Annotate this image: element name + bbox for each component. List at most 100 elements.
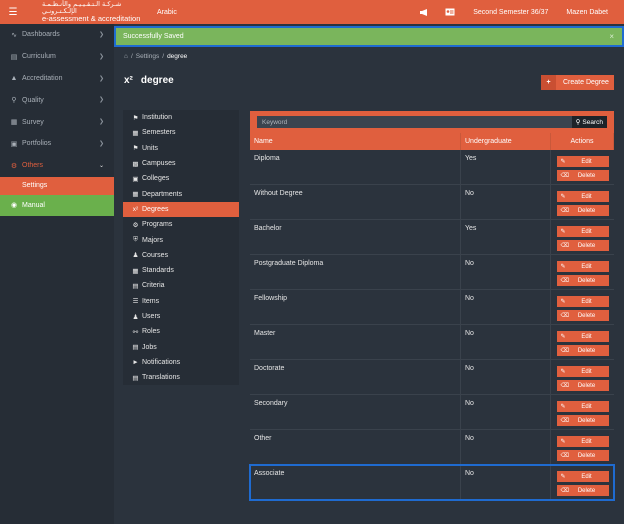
search-button[interactable]: ⚲ Search xyxy=(571,116,607,128)
sidebar-item-others[interactable]: ⚙ Others ⌄ xyxy=(0,155,114,177)
breadcrumb: ⌂ / Settings / degree xyxy=(124,53,187,60)
menu-item-programs[interactable]: ⚙ Programs xyxy=(123,217,239,232)
menu-item-label: Translations xyxy=(142,374,180,382)
trash-icon: ⌫ xyxy=(560,383,569,389)
cogs-icon: ⚙ xyxy=(10,162,18,170)
delete-button[interactable]: ⌫ Delete xyxy=(556,240,609,251)
cell-actions: ✎ Edit ⌫ Delete xyxy=(551,220,614,254)
menu-item-campuses[interactable]: ▩ Campuses xyxy=(123,156,239,171)
menu-item-institution[interactable]: ⚑ Institution xyxy=(123,110,239,125)
menu-item-items[interactable]: ☰ Items xyxy=(123,294,239,309)
edit-button[interactable]: ✎ Edit xyxy=(556,191,609,202)
menu-item-users[interactable]: ♟ Users xyxy=(123,309,239,324)
user-menu[interactable]: Mazen Dabet xyxy=(558,9,624,16)
menu-item-label: Items xyxy=(142,297,160,305)
menu-item-degrees[interactable]: x² Degrees xyxy=(123,201,239,218)
pulse-icon: ∿ xyxy=(11,31,17,39)
delete-button[interactable]: ⌫ Delete xyxy=(556,275,609,286)
cell-actions: ✎ Edit ⌫ Delete xyxy=(551,255,614,289)
briefcase-icon: ▣ xyxy=(132,175,139,183)
delete-label: Delete xyxy=(577,487,596,494)
sidebar-item-curriculum[interactable]: ▤ Curriculum ❯ xyxy=(0,46,114,68)
sidebar-item-survey[interactable]: ▦ Survey ❯ xyxy=(0,111,114,133)
delete-button[interactable]: ⌫ Delete xyxy=(556,205,609,216)
delete-button[interactable]: ⌫ Delete xyxy=(556,310,609,321)
edit-button[interactable]: ✎ Edit xyxy=(556,471,609,482)
menu-item-label: Standards xyxy=(142,267,174,275)
bullhorn-icon: ► xyxy=(132,358,139,366)
menu-item-colleges[interactable]: ▣ Colleges xyxy=(123,171,239,186)
edit-button[interactable]: ✎ Edit xyxy=(556,436,609,447)
megaphone-icon[interactable] xyxy=(411,0,437,24)
delete-label: Delete xyxy=(577,277,596,284)
chevron-right-icon: ❯ xyxy=(98,97,104,104)
menu-item-translations[interactable]: ▤ Translations xyxy=(123,370,239,385)
semester-selector[interactable]: Second Semester 36/37 xyxy=(463,9,558,16)
create-degree-button[interactable]: + Create Degree xyxy=(541,75,614,90)
cell-undergraduate: No xyxy=(461,325,551,359)
sidebar-item-manual[interactable]: ◉ Manual xyxy=(0,194,114,216)
delete-label: Delete xyxy=(577,417,596,424)
pencil-square-icon: ✎ xyxy=(560,404,566,410)
language-switch[interactable]: Arabic xyxy=(157,9,177,16)
superscript-icon: x² xyxy=(124,75,133,86)
grid-icon: ▦ xyxy=(132,267,139,275)
delete-button[interactable]: ⌫ Delete xyxy=(556,485,609,496)
menu-item-departments[interactable]: ▦ Departments xyxy=(123,186,239,201)
delete-button[interactable]: ⌫ Delete xyxy=(556,170,609,181)
edit-button[interactable]: ✎ Edit xyxy=(556,261,609,272)
menu-item-units[interactable]: ⚑ Units xyxy=(123,141,239,156)
cell-actions: ✎ Edit ⌫ Delete xyxy=(551,465,614,499)
sidebar-item-label: Curriculum xyxy=(22,53,56,61)
cell-undergraduate: No xyxy=(461,430,551,464)
menu-item-label: Roles xyxy=(142,328,160,336)
header-name: Name xyxy=(250,133,461,150)
search-input[interactable] xyxy=(257,116,572,128)
menu-item-majors[interactable]: ⛨ Majors xyxy=(123,232,239,247)
id-card-icon[interactable] xyxy=(437,0,463,24)
pencil-square-icon: ✎ xyxy=(560,334,566,340)
sidebar-item-accreditation[interactable]: ▲ Accreditation ❯ xyxy=(0,68,114,90)
logo[interactable]: شـركـة الـتـقـيـيـم والأنـظـمـة الإلـكـت… xyxy=(26,0,141,24)
delete-button[interactable]: ⌫ Delete xyxy=(556,450,609,461)
edit-button[interactable]: ✎ Edit xyxy=(556,401,609,412)
sidebar-item-settings[interactable]: Settings xyxy=(0,176,114,195)
trash-icon: ⌫ xyxy=(560,418,569,424)
sidebar-item-label: Manual xyxy=(22,201,45,209)
delete-button[interactable]: ⌫ Delete xyxy=(556,415,609,426)
menu-item-notifications[interactable]: ► Notifications xyxy=(123,355,239,370)
sidebar-item-dashboards[interactable]: ∿ Dashboards ❯ xyxy=(0,24,114,46)
table-icon: ▤ xyxy=(132,282,139,290)
sidebar-item-quality[interactable]: ⚲ Quality ❯ xyxy=(0,89,114,111)
close-icon[interactable]: × xyxy=(609,32,614,41)
sidebar-item-portfolios[interactable]: ▣ Portfolios ❯ xyxy=(0,133,114,155)
edit-button[interactable]: ✎ Edit xyxy=(556,296,609,307)
edit-button[interactable]: ✎ Edit xyxy=(556,366,609,377)
delete-button[interactable]: ⌫ Delete xyxy=(556,345,609,356)
breadcrumb-settings[interactable]: Settings xyxy=(136,53,160,60)
menu-item-courses[interactable]: ♟ Courses xyxy=(123,248,239,263)
delete-label: Delete xyxy=(577,312,596,319)
cell-undergraduate: No xyxy=(461,255,551,289)
edit-button[interactable]: ✎ Edit xyxy=(556,156,609,167)
menu-item-semesters[interactable]: ▦ Semesters xyxy=(123,125,239,140)
cell-name: Secondary xyxy=(250,395,461,429)
cell-name: Other xyxy=(250,430,461,464)
menu-item-criteria[interactable]: ▤ Criteria xyxy=(123,278,239,293)
delete-button[interactable]: ⌫ Delete xyxy=(556,380,609,391)
edit-button[interactable]: ✎ Edit xyxy=(556,331,609,342)
trash-icon: ⌫ xyxy=(560,278,569,284)
pencil-square-icon: ✎ xyxy=(560,229,566,235)
menu-item-roles[interactable]: ⚯ Roles xyxy=(123,324,239,339)
cell-undergraduate: Yes xyxy=(461,150,551,184)
menu-item-jobs[interactable]: ▤ Jobs xyxy=(123,339,239,354)
menu-icon[interactable]: ☰ xyxy=(0,0,26,24)
cell-name: Postgraduate Diploma xyxy=(250,255,461,289)
settings-menu: ⚑ Institution ▦ Semesters ⚑ Units ▩ Campuses… xyxy=(123,110,239,386)
table-row: Other No ✎ Edit ⌫ Delete xyxy=(250,430,614,465)
home-icon[interactable]: ⌂ xyxy=(124,53,128,60)
chevron-down-icon: ⌄ xyxy=(98,162,104,169)
edit-button[interactable]: ✎ Edit xyxy=(556,226,609,237)
cell-actions: ✎ Edit ⌫ Delete xyxy=(551,185,614,219)
menu-item-standards[interactable]: ▦ Standards xyxy=(123,263,239,278)
